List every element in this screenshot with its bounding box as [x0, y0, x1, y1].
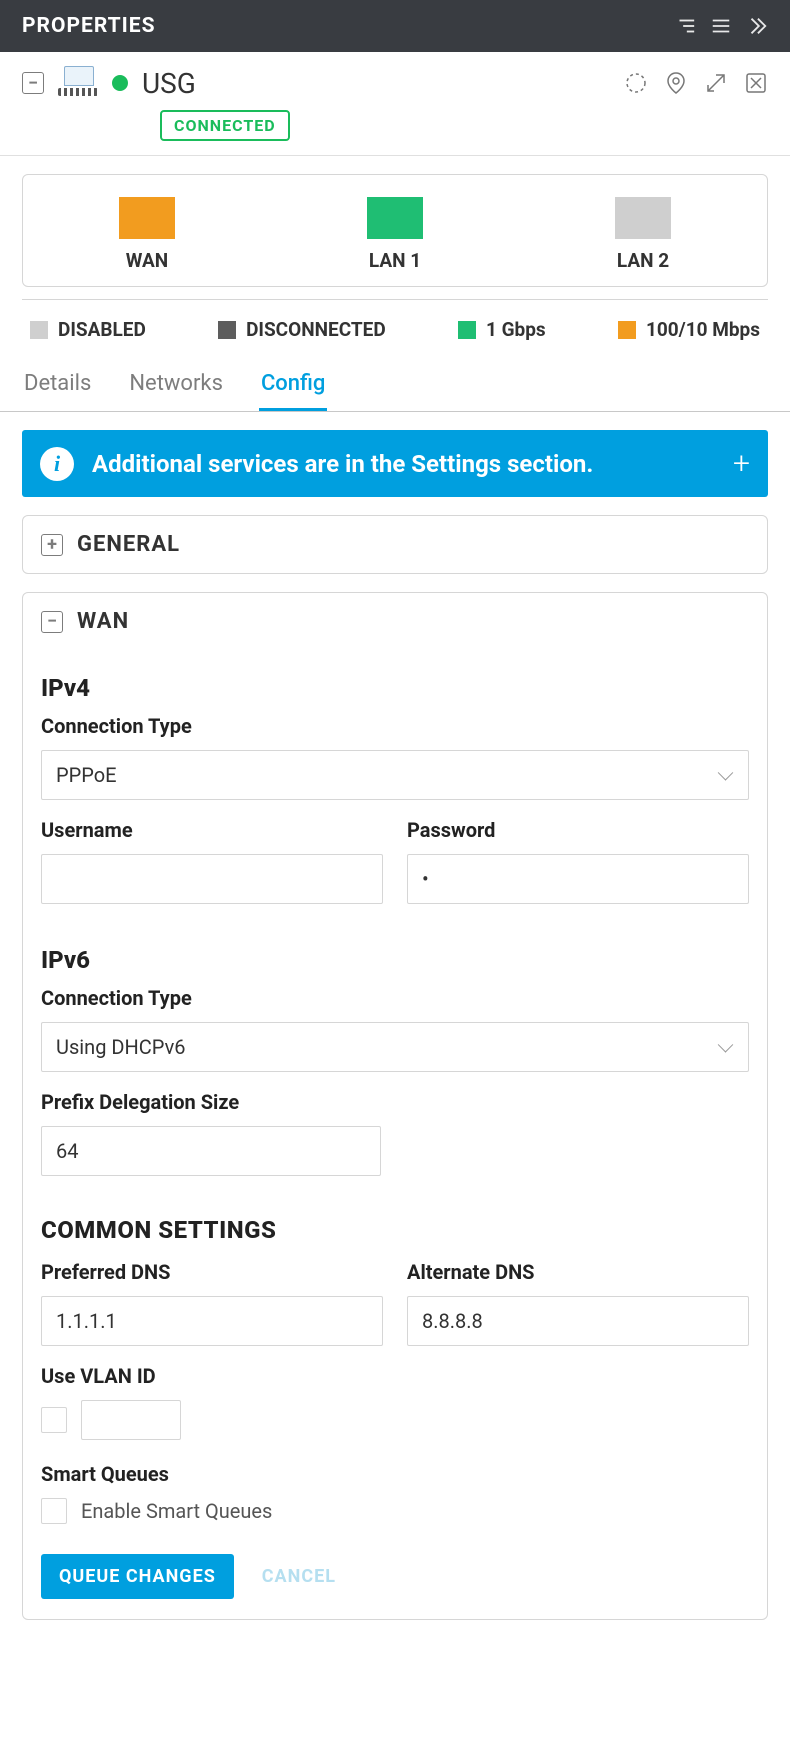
action-row: QUEUE CHANGES CANCEL	[41, 1554, 749, 1599]
restart-icon[interactable]	[624, 71, 648, 95]
menu-lines-icon[interactable]	[710, 15, 732, 37]
ipv4-connection-type-label: Connection Type	[41, 714, 749, 738]
legend-1g-label: 1 Gbps	[486, 318, 546, 341]
section-wan-title: WAN	[77, 609, 129, 634]
port-wan[interactable]: WAN	[23, 197, 271, 272]
username-label: Username	[41, 818, 383, 842]
queue-changes-button[interactable]: QUEUE CHANGES	[41, 1554, 234, 1599]
info-banner: i Additional services are in the Setting…	[22, 430, 768, 497]
port-lan2[interactable]: LAN 2	[519, 197, 767, 272]
section-general-title: GENERAL	[77, 532, 180, 557]
tab-details[interactable]: Details	[22, 359, 93, 411]
smart-queues-checkbox-label: Enable Smart Queues	[81, 1499, 272, 1523]
password-input[interactable]	[407, 854, 749, 904]
open-external-icon[interactable]	[704, 71, 728, 95]
port-legend: DISABLED DISCONNECTED 1 Gbps 100/10 Mbps	[22, 299, 768, 359]
section-general-header[interactable]: + GENERAL	[23, 516, 767, 573]
alternate-dns-input[interactable]	[407, 1296, 749, 1346]
ipv4-connection-type-select-wrap: PPPoE	[41, 750, 749, 800]
swatch-disabled-icon	[30, 321, 48, 339]
device-area: − USG CONNECTED	[0, 52, 790, 156]
connected-badge: CONNECTED	[160, 110, 290, 141]
username-input[interactable]	[41, 854, 383, 904]
ipv6-connection-type-select[interactable]: Using DHCPv6	[41, 1022, 749, 1072]
port-lan1-label: LAN 1	[369, 249, 421, 272]
prefix-delegation-input[interactable]	[41, 1126, 381, 1176]
section-general: + GENERAL	[22, 515, 768, 574]
smart-queues-heading: Smart Queues	[41, 1462, 749, 1486]
swatch-1g-icon	[458, 321, 476, 339]
section-wan: − WAN IPv4 Connection Type PPPoE Usernam…	[22, 592, 768, 1620]
swatch-100-icon	[618, 321, 636, 339]
device-actions	[624, 71, 768, 95]
ipv6-connection-type-select-wrap: Using DHCPv6	[41, 1022, 749, 1072]
chevron-double-right-icon[interactable]	[746, 15, 768, 37]
info-banner-expand-icon[interactable]: +	[733, 446, 750, 481]
tab-networks[interactable]: Networks	[127, 359, 225, 411]
header-icon-group	[674, 15, 768, 37]
swatch-disconnected-icon	[218, 321, 236, 339]
common-settings-heading: COMMON SETTINGS	[41, 1216, 749, 1244]
ipv4-heading: IPv4	[41, 674, 749, 702]
port-lan2-icon	[615, 197, 671, 239]
port-lan1-icon	[367, 197, 423, 239]
tab-config[interactable]: Config	[259, 359, 327, 411]
vlan-checkbox[interactable]	[41, 1407, 67, 1433]
properties-header: PROPERTIES	[0, 0, 790, 52]
info-banner-text: Additional services are in the Settings …	[92, 450, 715, 478]
ipv4-connection-type-select[interactable]: PPPoE	[41, 750, 749, 800]
status-dot-icon	[112, 75, 128, 91]
legend-disconnected-label: DISCONNECTED	[246, 318, 386, 341]
smart-queues-checkbox[interactable]	[41, 1498, 67, 1524]
vlan-row	[41, 1400, 749, 1440]
cancel-button[interactable]: CANCEL	[262, 1566, 336, 1587]
legend-1gbps: 1 Gbps	[458, 318, 546, 341]
port-lan1[interactable]: LAN 1	[271, 197, 519, 272]
prefix-delegation-label: Prefix Delegation Size	[41, 1090, 749, 1114]
port-lan2-label: LAN 2	[617, 249, 669, 272]
legend-disabled-label: DISABLED	[58, 318, 146, 341]
legend-100mbps: 100/10 Mbps	[618, 318, 760, 341]
port-wan-label: WAN	[126, 249, 168, 272]
port-wan-icon	[119, 197, 175, 239]
preferred-dns-label: Preferred DNS	[41, 1260, 383, 1284]
collapse-device-toggle[interactable]: −	[22, 72, 44, 94]
device-row: − USG	[0, 52, 790, 106]
device-icon	[58, 66, 98, 100]
expand-general-toggle[interactable]: +	[41, 534, 63, 556]
info-icon: i	[40, 447, 74, 481]
collapse-wan-toggle[interactable]: −	[41, 611, 63, 633]
alternate-dns-label: Alternate DNS	[407, 1260, 749, 1284]
ports-panel: WAN LAN 1 LAN 2	[22, 174, 768, 287]
preferred-dns-input[interactable]	[41, 1296, 383, 1346]
legend-100-label: 100/10 Mbps	[646, 318, 760, 341]
filter-lines-icon[interactable]	[674, 15, 696, 37]
close-icon[interactable]	[744, 71, 768, 95]
vlan-id-input[interactable]	[81, 1400, 181, 1440]
locate-pin-icon[interactable]	[664, 71, 688, 95]
smart-queues-row: Enable Smart Queues	[41, 1498, 749, 1524]
ipv6-heading: IPv6	[41, 946, 749, 974]
ipv6-connection-type-label: Connection Type	[41, 986, 749, 1010]
wan-body: IPv4 Connection Type PPPoE Username Pass…	[23, 674, 767, 1619]
legend-disabled: DISABLED	[30, 318, 146, 341]
header-title: PROPERTIES	[22, 14, 156, 38]
legend-disconnected: DISCONNECTED	[218, 318, 386, 341]
tab-bar: Details Networks Config	[0, 359, 790, 412]
vlan-id-label: Use VLAN ID	[41, 1364, 749, 1388]
section-wan-header[interactable]: − WAN	[23, 593, 767, 650]
password-label: Password	[407, 818, 749, 842]
device-name: USG	[142, 67, 196, 100]
